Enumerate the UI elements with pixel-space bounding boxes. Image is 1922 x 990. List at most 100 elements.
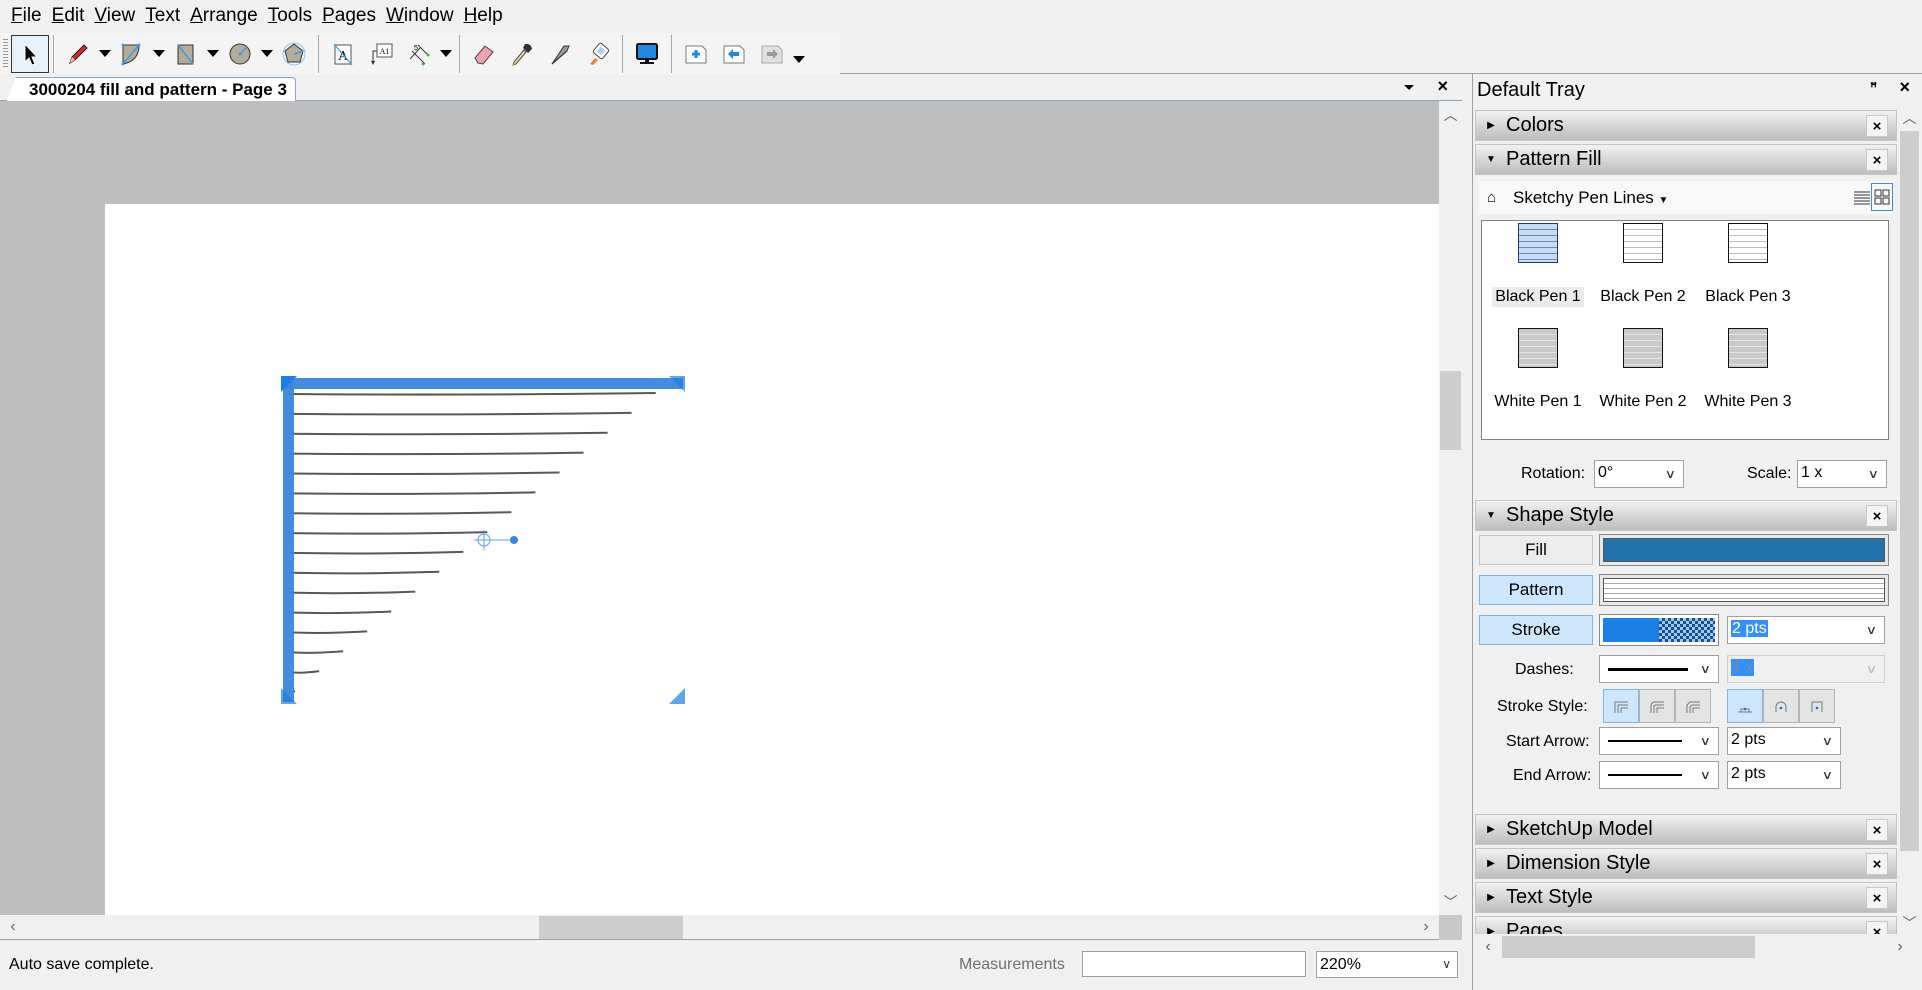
tab-list-dropdown[interactable] [1402,80,1416,94]
scroll-down-icon[interactable]: ﹀ [1439,891,1462,913]
square-cap-button[interactable] [1799,689,1835,723]
scroll-left-icon[interactable]: ‹ [2,915,24,939]
stroke-color-well[interactable] [1599,614,1719,646]
round-join-button[interactable] [1639,689,1675,723]
close-panel-icon[interactable]: × [1866,149,1888,171]
start-arrow-select[interactable]: ∨ [1599,727,1719,755]
scroll-right-icon[interactable]: › [1415,915,1437,939]
home-icon[interactable]: ⌂ [1487,189,1496,206]
menu-file[interactable]: File [6,0,47,32]
scroll-up-icon[interactable]: ︿ [1898,107,1921,129]
tray-horizontal-scrollbar[interactable]: ‹ › [1475,934,1921,960]
close-panel-icon[interactable]: × [1866,887,1888,909]
rotation-handle[interactable] [510,536,518,544]
select-tool-button[interactable] [11,34,49,73]
zoom-select[interactable]: 220% ∨ [1316,951,1458,978]
rectangles-tool-dropdown[interactable] [205,35,221,73]
end-arrow-size-select[interactable]: 2 pts ∨ [1727,761,1841,789]
dashes-select[interactable]: ∨ [1599,655,1719,683]
panel-header-shape-style[interactable]: ▼ Shape Style × [1475,500,1897,531]
dimension-tool-button[interactable]: 5 [400,35,438,73]
butt-cap-button[interactable] [1727,689,1763,723]
panel-header-pages[interactable]: ▶ Pages × [1475,916,1897,934]
close-panel-icon[interactable]: × [1866,505,1888,527]
stroke-toggle-button[interactable]: Stroke [1479,615,1593,645]
tray-vertical-scrollbar[interactable]: ︿ ﹀ [1898,107,1921,934]
polygon-tool-button[interactable] [275,35,313,73]
add-page-button[interactable] [677,35,715,73]
panel-header-pattern-fill[interactable]: ▼ Pattern Fill × [1475,144,1897,175]
join-tool-button[interactable] [579,35,617,73]
panel-header-colors[interactable]: ▶ Colors × [1475,110,1897,141]
pattern-well[interactable] [1599,574,1889,606]
close-panel-icon[interactable]: × [1866,921,1888,934]
end-arrow-select[interactable]: ∨ [1599,761,1719,789]
drawing-canvas[interactable] [0,101,1439,915]
scroll-thumb[interactable] [1900,131,1919,851]
scroll-right-icon[interactable]: › [1889,934,1911,960]
fill-color-well[interactable] [1599,534,1889,566]
canvas-horizontal-scrollbar[interactable]: ‹ › [0,915,1439,940]
menu-help[interactable]: Help [459,0,508,32]
scroll-down-icon[interactable]: ﹀ [1898,912,1921,934]
round-cap-button[interactable] [1763,689,1799,723]
toolbar-grip[interactable] [3,38,8,69]
top-edge-stroke[interactable] [283,378,683,389]
canvas-vertical-scrollbar[interactable]: ︿ ﹀ [1439,101,1462,915]
pattern-swatch-item[interactable]: Black Pen 2 [1591,223,1695,313]
scroll-up-icon[interactable]: ︿ [1439,104,1462,126]
menu-view[interactable]: View [89,0,140,32]
scroll-left-icon[interactable]: ‹ [1477,934,1499,960]
close-panel-icon[interactable]: × [1866,115,1888,137]
previous-page-button[interactable] [715,35,753,73]
close-tray-icon[interactable]: × [1899,77,1910,98]
list-view-icon[interactable] [1853,189,1871,205]
pattern-swatch-item[interactable]: Black Pen 1 [1486,223,1590,313]
next-page-button[interactable] [753,35,791,73]
lines-tool-dropdown[interactable] [97,35,113,73]
scroll-thumb[interactable] [1440,371,1461,450]
menu-tools[interactable]: Tools [263,0,317,32]
panel-header-dimension-style[interactable]: ▶ Dimension Style × [1475,848,1897,879]
stroke-width-select[interactable]: 2 pts ∨ [1727,616,1885,644]
close-panel-icon[interactable]: × [1866,853,1888,875]
presentation-tool-button[interactable] [628,35,666,73]
panel-header-text-style[interactable]: ▶ Text Style × [1475,882,1897,913]
panel-header-sketchup-model[interactable]: ▶ SketchUp Model × [1475,814,1897,845]
resize-handle-bottom-right[interactable] [669,688,685,704]
miter-join-button[interactable] [1603,689,1639,723]
text-tool-button[interactable]: A [324,35,362,73]
pattern-swatch-item[interactable]: White Pen 2 [1591,328,1695,418]
split-tool-button[interactable] [541,35,579,73]
toolbar-overflow-dropdown[interactable] [791,41,807,79]
bevel-join-button[interactable] [1675,689,1711,723]
selected-shape[interactable] [0,101,1439,915]
pattern-swatch-item[interactable]: White Pen 1 [1486,328,1590,418]
pattern-toggle-button[interactable]: Pattern [1479,575,1593,605]
menu-pages[interactable]: Pages [317,0,381,32]
left-edge-stroke[interactable] [283,378,294,702]
style-tool-button[interactable] [503,35,541,73]
menu-arrange[interactable]: Arrange [185,0,263,32]
eraser-tool-button[interactable] [465,35,503,73]
pin-icon[interactable]: ꟸ [1870,80,1877,94]
rectangles-tool-button[interactable] [167,35,205,73]
dimension-tool-dropdown[interactable] [438,35,454,73]
start-arrow-size-select[interactable]: 2 pts ∨ [1727,727,1841,755]
scroll-thumb[interactable] [539,916,683,939]
circles-tool-button[interactable] [221,35,259,73]
pattern-swatch-item[interactable]: White Pen 3 [1696,328,1800,418]
arcs-tool-button[interactable] [113,35,151,73]
menu-text[interactable]: Text [140,0,185,32]
lines-tool-button[interactable] [59,35,97,73]
menu-window[interactable]: Window [381,0,459,32]
scale-select[interactable]: 1 x ∨ [1797,460,1887,488]
rotation-select[interactable]: 0° ∨ [1594,460,1684,488]
arcs-tool-dropdown[interactable] [151,35,167,73]
fill-toggle-button[interactable]: Fill [1479,535,1593,565]
close-document-icon[interactable]: × [1437,76,1448,96]
label-tool-button[interactable]: A1 [362,35,400,73]
menu-edit[interactable]: Edit [47,0,90,32]
measurements-input[interactable] [1082,951,1306,977]
close-panel-icon[interactable]: × [1866,819,1888,841]
